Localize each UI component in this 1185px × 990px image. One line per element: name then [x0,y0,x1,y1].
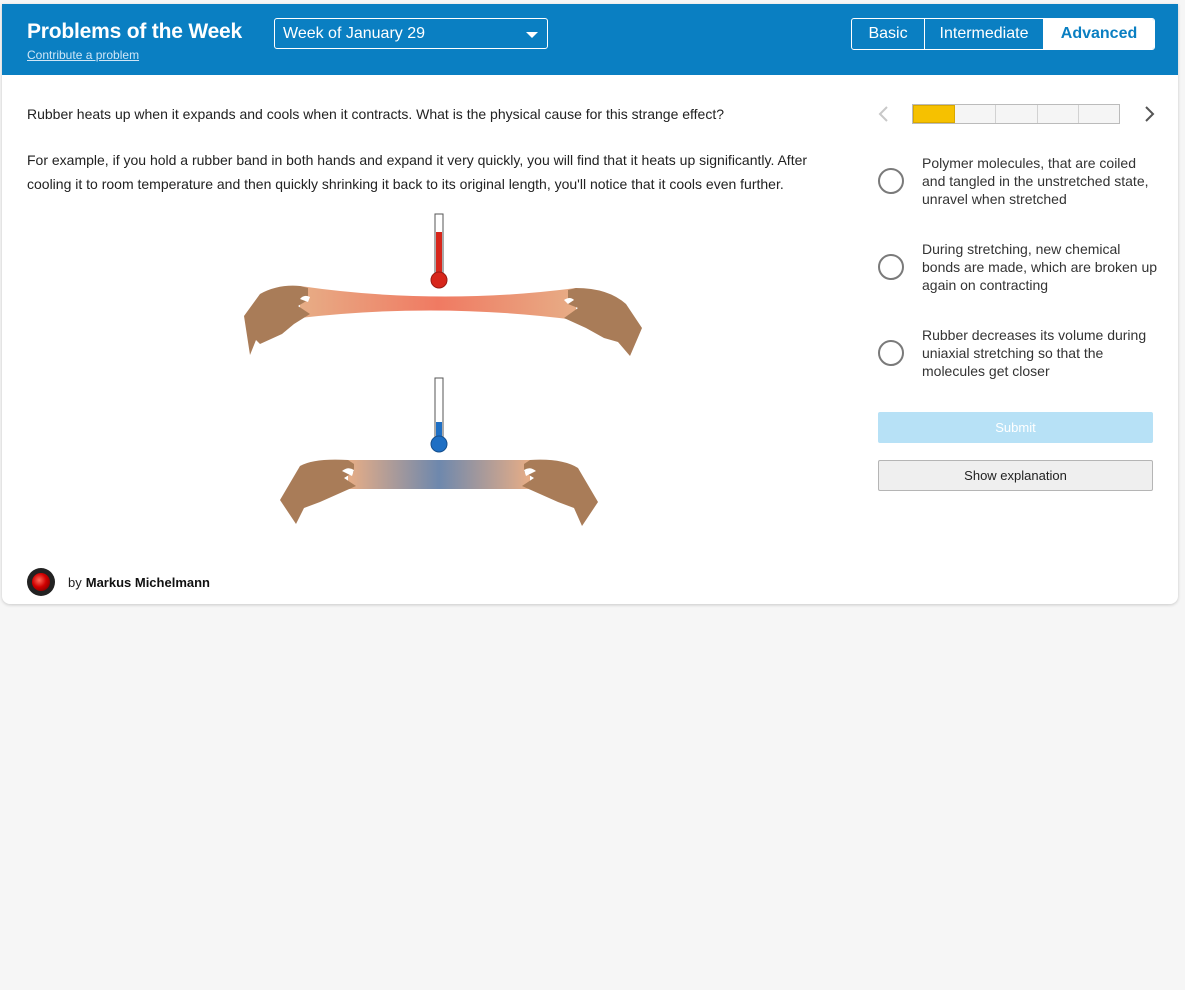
progress-segment [1079,105,1119,123]
show-explanation-button[interactable]: Show explanation [878,460,1153,491]
week-select-label: Week of January 29 [283,25,426,42]
left-hand-icon [280,459,356,524]
problem-card: Problems of the Week Contribute a proble… [2,4,1178,604]
author-name: Markus Michelmann [85,574,210,590]
problem-progress-bar [912,104,1120,124]
week-select[interactable]: Week of January 29 [274,18,548,49]
left-hand-icon [244,285,310,355]
example-text: For example, if you hold a rubber band i… [27,152,808,192]
progress-segment [913,105,956,123]
tab-basic[interactable]: Basic [852,19,924,49]
submit-button[interactable]: Submit [878,412,1153,443]
answer-option-text: Polymer molecules, that are coiled and t… [922,155,1149,207]
tab-intermediate[interactable]: Intermediate [924,19,1043,49]
right-hand-icon [522,459,598,526]
next-problem-icon[interactable] [1139,103,1159,125]
radio-button[interactable] [878,340,904,366]
progress-segment [1038,105,1079,123]
rubber-band-illustration [244,213,642,526]
tab-advanced[interactable]: Advanced [1043,19,1154,49]
level-tabs: Basic Intermediate Advanced [851,18,1155,50]
page-title: Problems of the Week [27,20,243,43]
author-prefix: by [68,574,82,590]
radio-button[interactable] [878,254,904,280]
previous-problem-icon[interactable] [874,103,894,125]
progress-segment [996,105,1038,123]
hot-thermometer-icon [430,213,448,289]
relaxed-band [348,460,530,489]
contribute-link[interactable]: Contribute a problem [27,48,139,62]
header-bar: Problems of the Week Contribute a proble… [2,4,1178,75]
chevron-down-icon [526,32,538,38]
stretched-band [300,286,576,320]
avatar [27,568,55,596]
author-credit: by Markus Michelmann [27,567,210,597]
question-text: Rubber heats up when it expands and cool… [27,106,725,122]
radio-button[interactable] [878,168,904,194]
cold-thermometer-icon [430,377,448,453]
answer-option-text: Rubber decreases its volume during uniax… [922,327,1147,379]
progress-segment [955,105,997,123]
answer-option-text: During stretching, new chemical bonds ar… [922,241,1158,293]
right-hand-icon [564,288,642,356]
